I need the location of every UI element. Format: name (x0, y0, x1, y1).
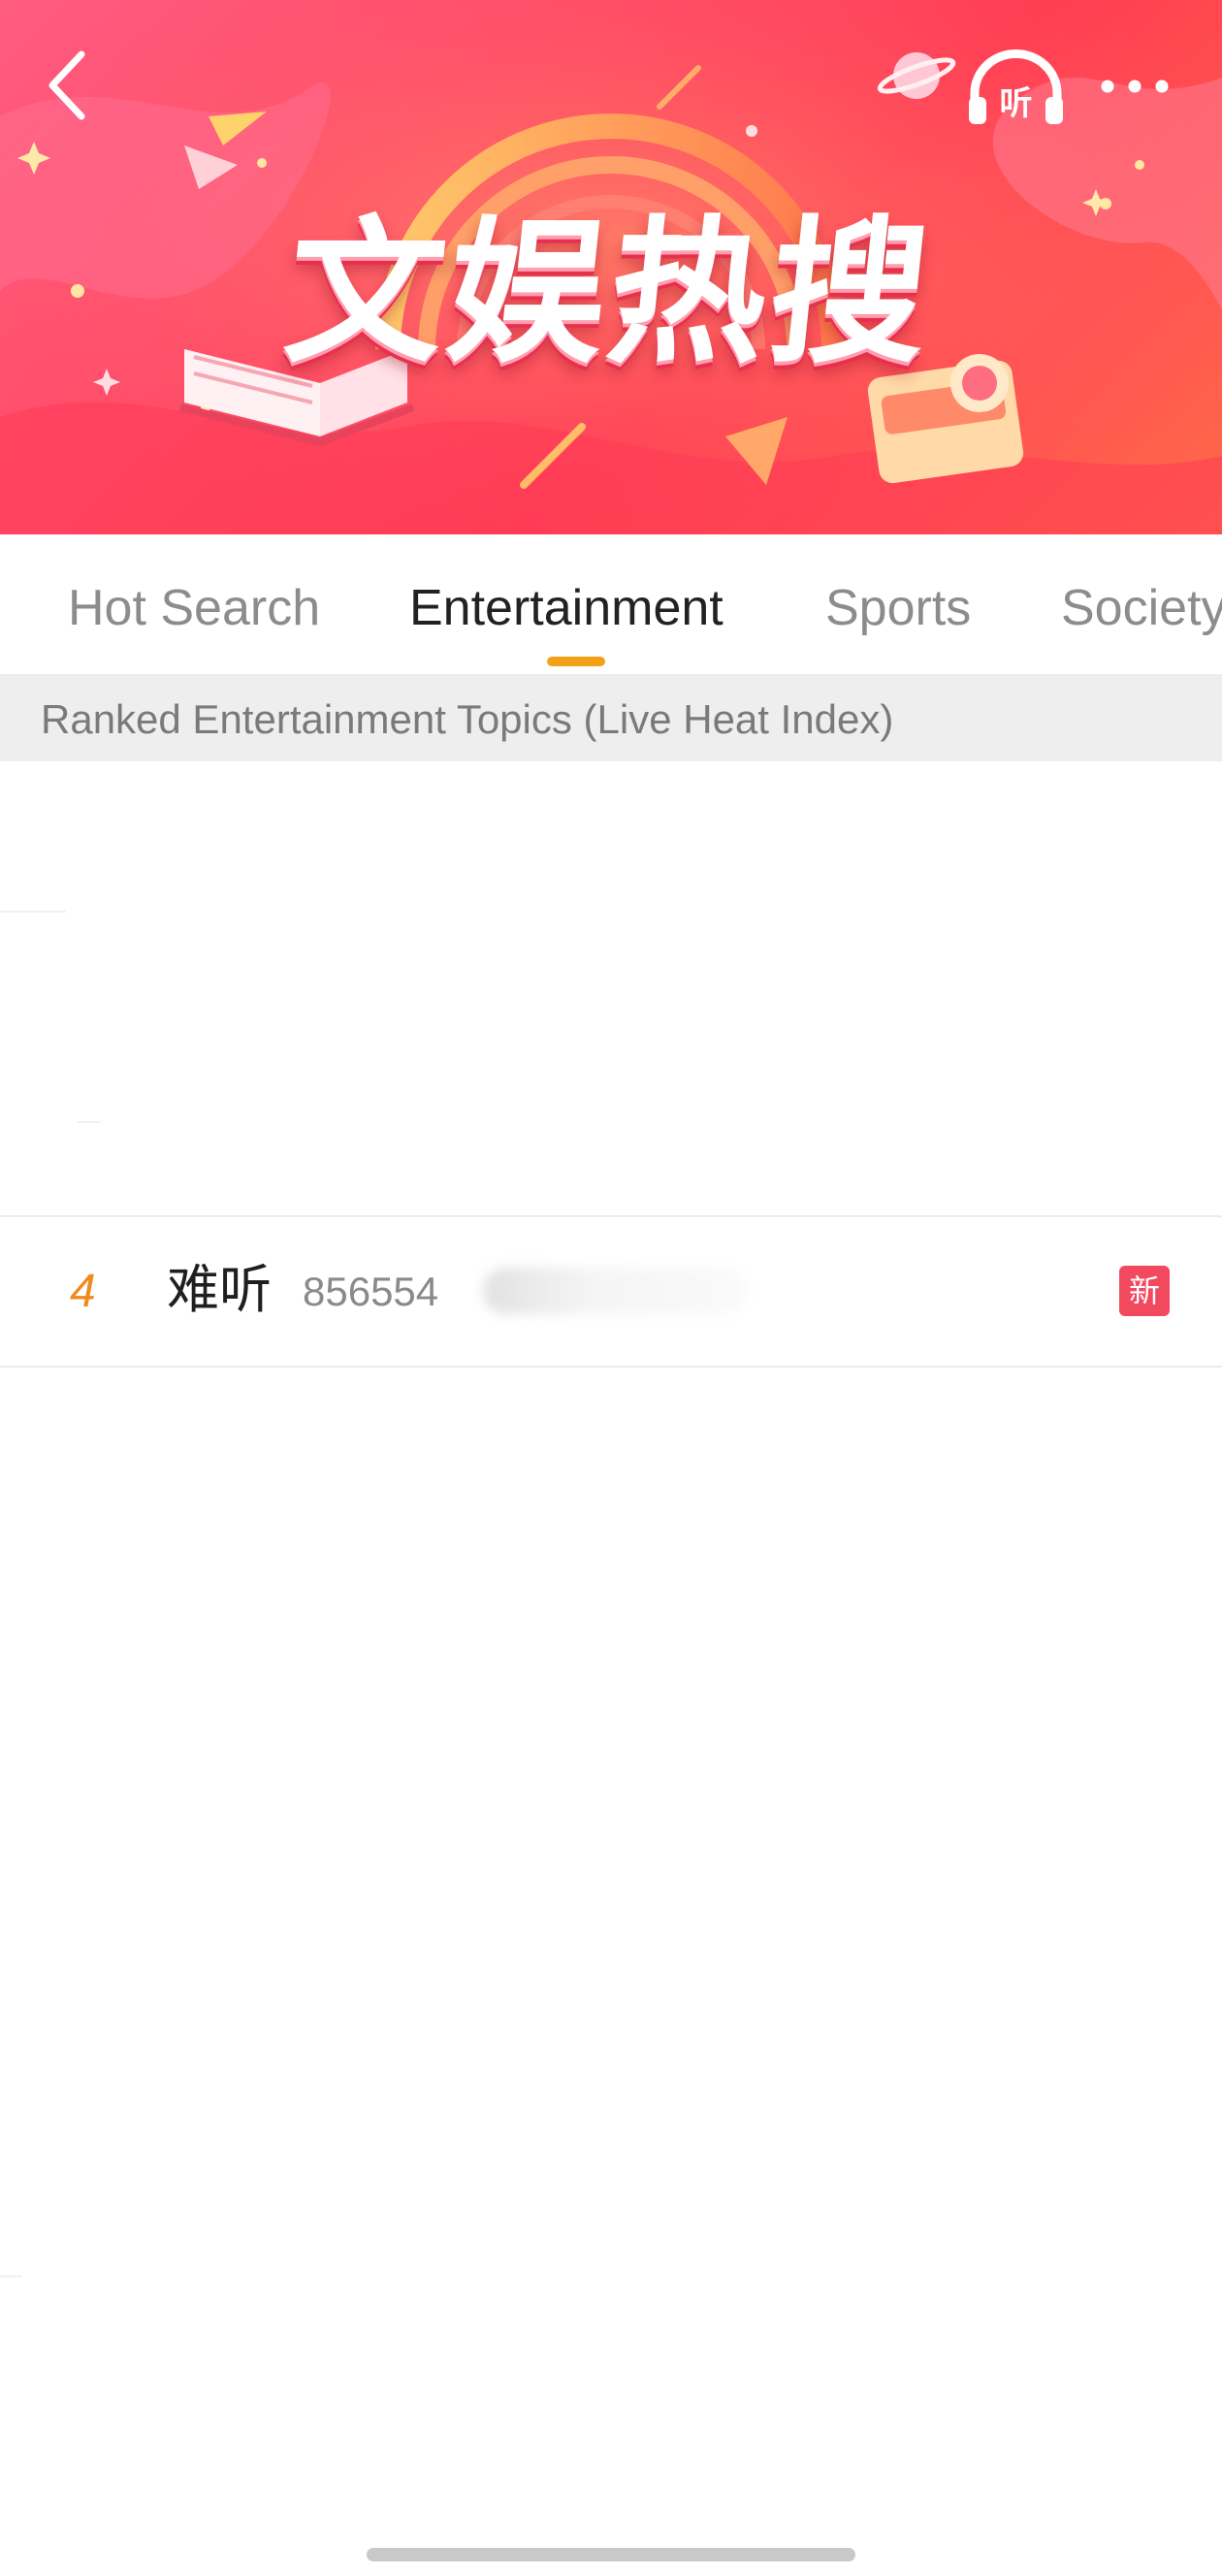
headphones-icon: 听 (969, 49, 1063, 124)
list-placeholder-line (0, 911, 66, 913)
section-header-label: Ranked Entertainment Topics (Live Heat I… (41, 696, 894, 742)
active-tab-indicator (547, 657, 605, 666)
new-badge: 新 (1119, 1266, 1170, 1316)
more-icon (1101, 80, 1169, 93)
heat-index: 856554 (303, 1269, 439, 1314)
listen-icon-text: 听 (1000, 84, 1033, 123)
tab-hot-search[interactable]: Hot Search (68, 577, 320, 639)
back-arrow-icon (48, 50, 85, 120)
banner-title: 文娱热搜 (277, 203, 942, 385)
list-placeholder-line (78, 1121, 101, 1123)
tab-sports[interactable]: Sports (825, 577, 971, 639)
home-indicator[interactable] (367, 2548, 855, 2561)
category-tabs: Hot Search Entertainment Sports Society (0, 534, 1222, 676)
rank-number: 4 (70, 1266, 96, 1317)
list-placeholder-line (0, 2275, 21, 2277)
banner: 文娱热搜 听 (0, 0, 1222, 534)
tab-entertainment[interactable]: Entertainment (409, 577, 724, 639)
more-button[interactable] (1096, 64, 1174, 109)
list-item[interactable]: 4 难听 856554 新 (0, 1217, 1222, 1366)
page: 文娱热搜 听 Hot Search Entertainment Sports S… (0, 0, 1222, 2576)
row-divider (0, 1366, 1222, 1368)
section-header: Ranked Entertainment Topics (Live Heat I… (0, 676, 1222, 761)
listen-button[interactable]: 听 (965, 47, 1067, 128)
blurred-content (483, 1268, 747, 1314)
tab-society[interactable]: Society (1061, 577, 1222, 639)
back-button[interactable] (37, 43, 99, 128)
topic-title: 难听 (167, 1259, 272, 1320)
